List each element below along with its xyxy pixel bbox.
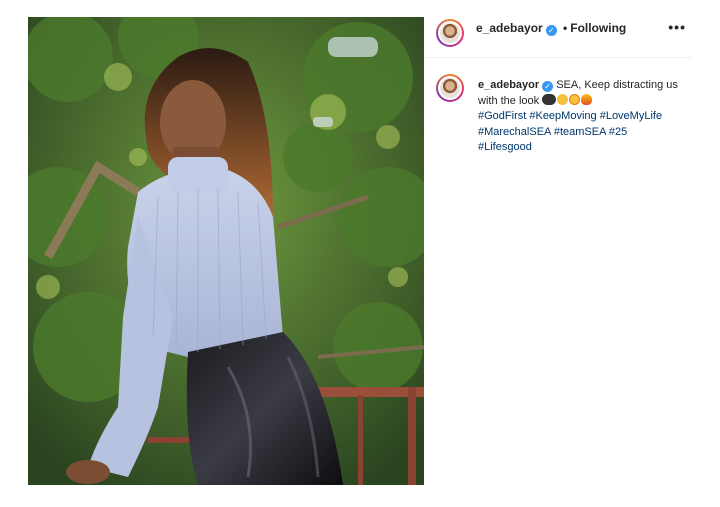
- grin-emoji-icon: [557, 93, 569, 105]
- post-photo[interactable]: [28, 17, 424, 485]
- hashtags: #GodFirst #KeepMoving #LoveMyLife #Marec…: [478, 110, 662, 153]
- hashtag-link[interactable]: #teamSEA: [554, 126, 606, 138]
- fire-emoji-icon: [581, 93, 593, 105]
- hashtag-link[interactable]: #LoveMyLife: [600, 110, 662, 122]
- separator-dot: •: [563, 21, 568, 35]
- hashtag-link[interactable]: #MarechalSEA: [478, 126, 551, 138]
- hashtag-link[interactable]: #25: [609, 126, 627, 138]
- hashtag-link[interactable]: #KeepMoving: [529, 110, 596, 122]
- author-username[interactable]: e_adebayor: [476, 21, 543, 35]
- post-side-panel: e_adebayor ✓ • Following ••• e_adebayor ✓ S…: [424, 17, 692, 485]
- following-button[interactable]: Following: [570, 21, 626, 35]
- verified-badge-icon: ✓: [542, 81, 554, 92]
- caption-username[interactable]: e_adebayor: [478, 79, 539, 91]
- eyes-emoji-icon: [542, 93, 557, 105]
- header-user-line: e_adebayor ✓ • Following: [476, 21, 626, 36]
- post-header: e_adebayor ✓ • Following •••: [424, 17, 692, 58]
- more-options-icon[interactable]: •••: [668, 19, 686, 35]
- post-caption: e_adebayor ✓ SEA, Keep distracting us wit…: [478, 78, 678, 156]
- author-avatar[interactable]: [436, 19, 464, 47]
- hashtag-link[interactable]: #GodFirst: [478, 110, 526, 122]
- verified-badge-icon: ✓: [545, 25, 557, 36]
- kiss-emoji-icon: [569, 93, 581, 105]
- post-image: [28, 17, 424, 485]
- caption-author-avatar[interactable]: [436, 74, 464, 102]
- hashtag-link[interactable]: #Lifesgood: [478, 141, 532, 153]
